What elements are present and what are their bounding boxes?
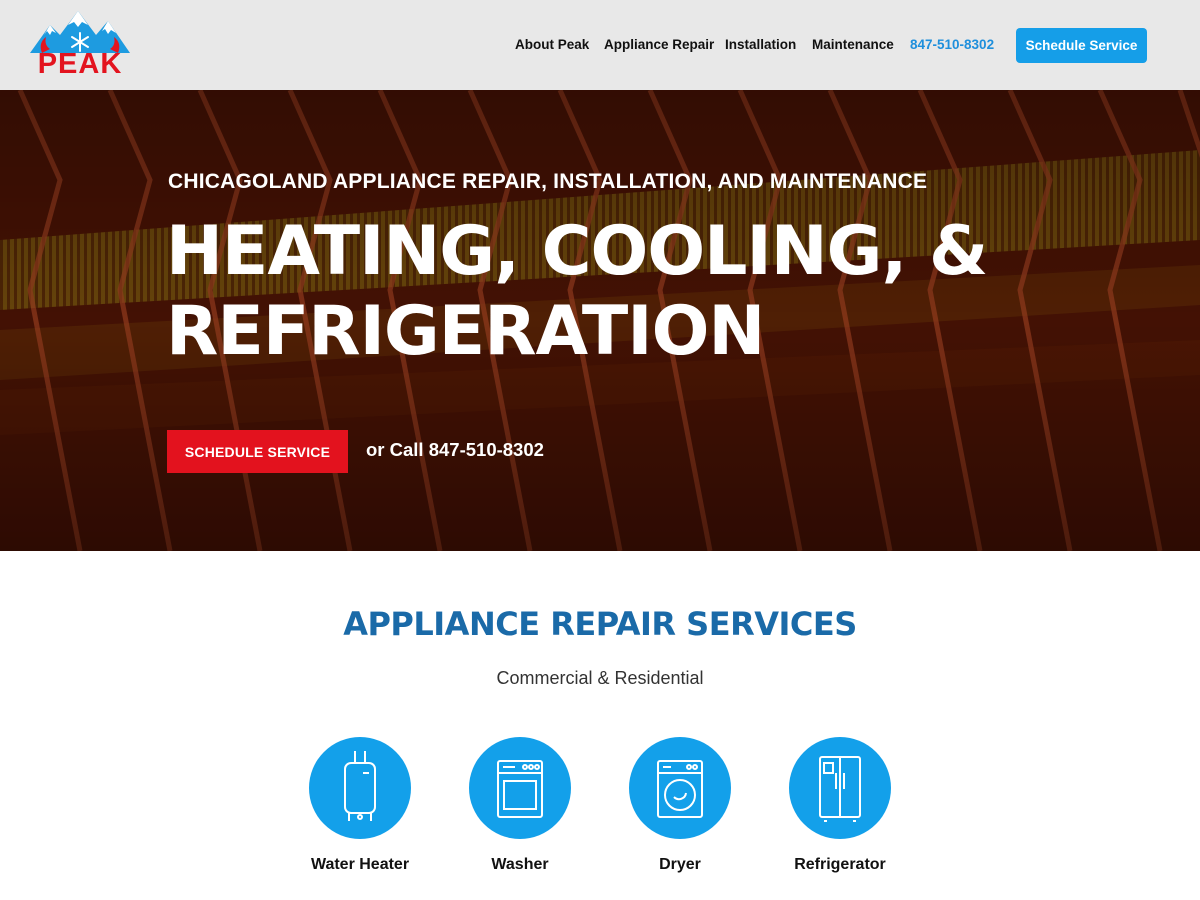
service-label: Washer bbox=[491, 856, 549, 873]
peak-logo[interactable]: PEAK bbox=[30, 9, 130, 79]
hero-schedule-service-button[interactable]: SCHEDULE SERVICE bbox=[167, 430, 348, 473]
hero-banner: CHICAGOLAND APPLIANCE REPAIR, INSTALLATI… bbox=[0, 90, 1200, 551]
nav-appliance-repair[interactable]: Appliance Repair bbox=[604, 36, 714, 54]
water-heater-icon bbox=[309, 737, 411, 839]
services-subtitle: Commercial & Residential bbox=[496, 668, 704, 688]
logo-wordmark: PEAK bbox=[37, 48, 123, 80]
services-heading: APPLIANCE REPAIR SERVICES bbox=[343, 605, 857, 643]
mountain-logo-icon bbox=[30, 11, 130, 53]
service-label: Water Heater bbox=[310, 856, 410, 873]
nav-about-peak[interactable]: About Peak bbox=[515, 36, 589, 54]
nav-maintenance[interactable]: Maintenance bbox=[812, 36, 894, 54]
hero-call-phone[interactable]: or Call 847-510-8302 bbox=[366, 439, 544, 461]
site-header: PEAK About Peak Appliance Repair Install… bbox=[0, 0, 1200, 90]
service-water-heater[interactable]: Water Heater bbox=[280, 737, 440, 887]
nav-phone-link[interactable]: 847-510-8302 bbox=[910, 36, 994, 54]
nav-installation[interactable]: Installation bbox=[725, 36, 796, 54]
hero-title-line1: HEATING, COOLING, & bbox=[166, 212, 988, 291]
hero-title: HEATING, COOLING, & REFRIGERATION bbox=[166, 212, 1066, 372]
service-label: Refrigerator bbox=[794, 856, 886, 873]
service-label: Dryer bbox=[659, 856, 701, 873]
washer-icon bbox=[469, 737, 571, 839]
service-dryer[interactable]: Dryer bbox=[600, 737, 760, 887]
service-refrigerator[interactable]: Refrigerator bbox=[760, 737, 920, 887]
service-washer[interactable]: Washer bbox=[440, 737, 600, 887]
refrigerator-icon bbox=[789, 737, 891, 839]
schedule-service-button[interactable]: Schedule Service bbox=[1016, 28, 1147, 63]
hero-kicker: CHICAGOLAND APPLIANCE REPAIR, INSTALLATI… bbox=[168, 170, 928, 193]
hero-title-line2: REFRIGERATION bbox=[166, 292, 765, 371]
dryer-icon bbox=[629, 737, 731, 839]
